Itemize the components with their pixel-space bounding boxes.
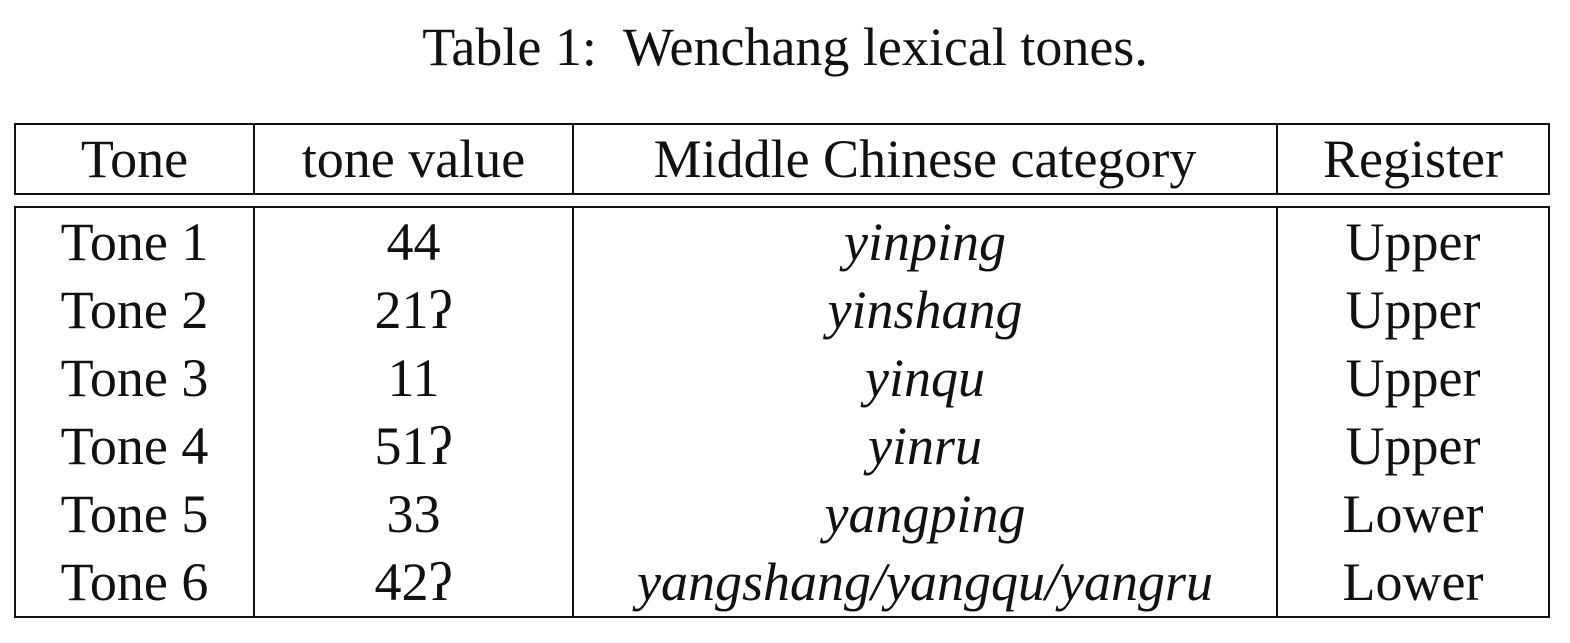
cell-register: Upper bbox=[1276, 276, 1548, 344]
cell-tone-value: 42ʔ bbox=[253, 548, 573, 616]
cell-category: yangping bbox=[572, 480, 1277, 548]
cell-register: Upper bbox=[1276, 412, 1548, 480]
cell-category: yinshang bbox=[572, 276, 1277, 344]
cell-category: yinping bbox=[572, 208, 1277, 276]
table-body-frame: Tone 1 44 yinping Upper Tone 2 21ʔ yinsh… bbox=[14, 206, 1550, 618]
table-body: Tone 1 44 yinping Upper Tone 2 21ʔ yinsh… bbox=[16, 208, 1548, 616]
table-header: Tone tone value Middle Chinese category … bbox=[16, 125, 1548, 193]
table-header-frame: Tone tone value Middle Chinese category … bbox=[14, 123, 1550, 195]
header-tone: Tone bbox=[80, 129, 189, 189]
cell-tone-value: 51ʔ bbox=[253, 412, 573, 480]
cell-tone-value: 21ʔ bbox=[253, 276, 573, 344]
cell-category: yinqu bbox=[572, 344, 1277, 412]
cell-tone: Tone 4 bbox=[60, 416, 209, 476]
cell-category: yangshang/yangqu/yangru bbox=[572, 548, 1277, 616]
cell-tone: Tone 2 bbox=[60, 280, 209, 340]
table-row: Tone 2 21ʔ yinshang Upper bbox=[16, 276, 1548, 344]
cell-category: yinru bbox=[572, 412, 1277, 480]
table-caption: Table 1: Wenchang lexical tones. bbox=[422, 17, 1148, 77]
cell-tone: Tone 3 bbox=[60, 348, 209, 408]
table-row: Tone 1 44 yinping Upper bbox=[16, 208, 1548, 276]
cell-register: Lower bbox=[1276, 480, 1548, 548]
header-register: Register bbox=[1276, 125, 1548, 193]
cell-tone-value: 44 bbox=[253, 208, 573, 276]
cell-tone: Tone 1 bbox=[60, 212, 209, 272]
cell-tone: Tone 6 bbox=[60, 552, 209, 612]
header-tone-value: tone value bbox=[253, 125, 573, 193]
header-middle-chinese-category: Middle Chinese category bbox=[572, 125, 1277, 193]
cell-register: Upper bbox=[1276, 344, 1548, 412]
cell-register: Upper bbox=[1276, 208, 1548, 276]
table-row: Tone 4 51ʔ yinru Upper bbox=[16, 412, 1548, 480]
cell-tone-value: 11 bbox=[253, 344, 573, 412]
table-row: Tone 5 33 yangping Lower bbox=[16, 480, 1548, 548]
table-row: Tone 3 11 yinqu Upper bbox=[16, 344, 1548, 412]
cell-tone: Tone 5 bbox=[60, 484, 209, 544]
cell-register: Lower bbox=[1276, 548, 1548, 616]
header-row: Tone tone value Middle Chinese category … bbox=[16, 125, 1548, 193]
cell-tone-value: 33 bbox=[253, 480, 573, 548]
table-row: Tone 6 42ʔ yangshang/yangqu/yangru Lower bbox=[16, 548, 1548, 616]
